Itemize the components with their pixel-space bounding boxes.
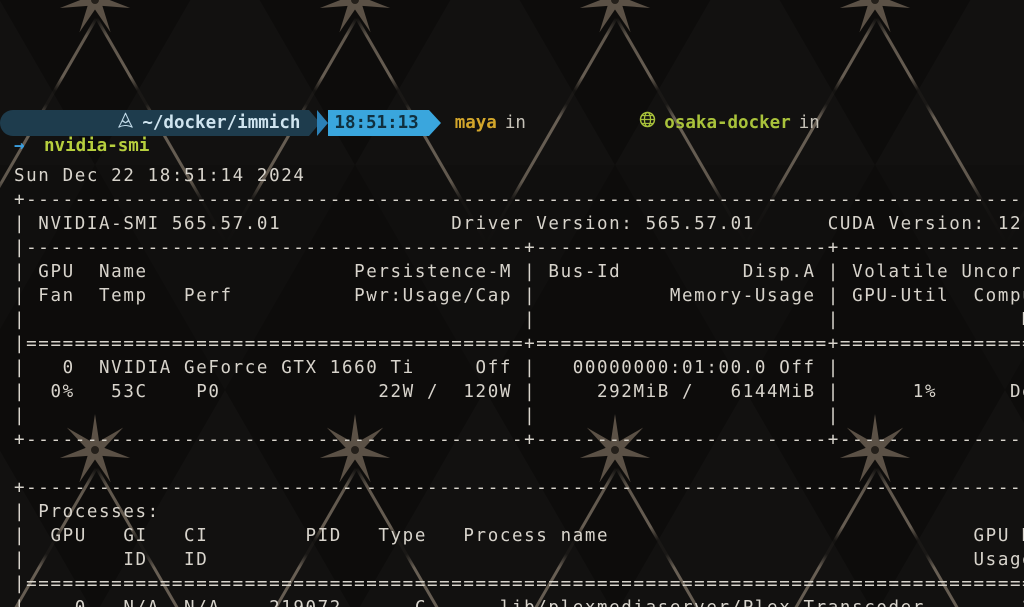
command-text: nvidia-smi (44, 136, 150, 156)
terminal-line: | GPU Name Persistence-M | Bus-Id Disp.A… (14, 262, 1024, 282)
terminal-line: | 0% 53C P0 22W / 120W | 292MiB / 6144Mi… (14, 382, 1024, 402)
globe-icon (534, 87, 656, 159)
prompt-user-label: maya (454, 113, 497, 133)
terminal-line: | | | MIG M. | (14, 310, 1024, 330)
shell-prompt: ~/docker/immich 18:51:13 maya in osaka-d… (0, 110, 820, 136)
prompt-host-label: osaka-docker (664, 113, 791, 133)
terminal-line: +---------------------------------------… (14, 190, 1024, 210)
prompt-path-segment: ~/docker/immich (0, 110, 310, 136)
terminal-line: | Fan Temp Perf Pwr:Usage/Cap | Memory-U… (14, 286, 1024, 306)
prompt-context: maya in osaka-docker in (441, 110, 820, 136)
powerline-separator-2 (317, 110, 329, 136)
terminal-line: | NVIDIA-SMI 565.57.01 Driver Version: 5… (14, 214, 1024, 234)
terminal-line: | | | N/A | (14, 406, 1024, 426)
terminal-line: |---------------------------------------… (14, 238, 1024, 258)
terminal-window: ~/docker/immich 18:51:13 maya in osaka-d… (0, 0, 1024, 607)
terminal-line: |=======================================… (14, 574, 1024, 594)
prompt-path-label: ~/docker/immich (142, 113, 301, 133)
terminal-line: | Processes: | (14, 502, 1024, 522)
terminal-line: | 0 N/A N/A 219072 C ...lib/plexmediaser… (14, 596, 1024, 607)
terminal-output-area: ~/docker/immich 18:51:13 maya in osaka-d… (0, 0, 1024, 607)
prompt-in-word-1: in (504, 113, 526, 133)
terminal-line: | 0 NVIDIA GeForce GTX 1660 Ti Off | 000… (14, 358, 1024, 378)
terminal-line: | GPU GI CI PID Type Process name GPU Me… (14, 526, 1024, 546)
powerline-separator-3 (428, 110, 441, 136)
terminal-line: | ID ID Usage | (14, 550, 1024, 570)
terminal-line: +---------------------------------------… (14, 478, 1024, 498)
terminal-line: +---------------------------------------… (14, 430, 1024, 450)
command-line[interactable]: → nvidia-smi (0, 134, 149, 158)
prompt-in-word-2: in (798, 113, 820, 133)
prompt-time-label: 18:51:13 (328, 110, 429, 136)
prompt-continuation-arrow-icon: → (14, 136, 25, 156)
terminal-line: Sun Dec 22 18:51:14 2024 (14, 166, 306, 186)
terminal-line: |=======================================… (14, 334, 1024, 354)
